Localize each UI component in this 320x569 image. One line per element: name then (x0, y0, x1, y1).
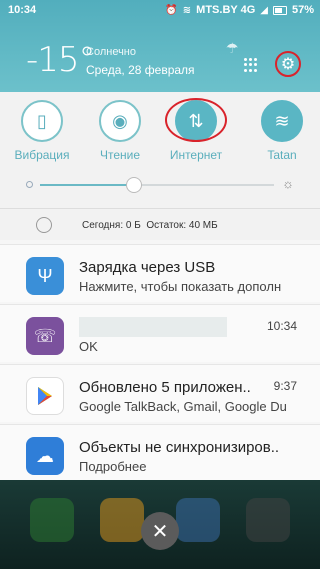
notification-time: 10:34 (266, 319, 297, 333)
brightness-low-icon (26, 181, 33, 188)
notification-time: 9:37 (273, 379, 297, 393)
notification-sync[interactable]: ☁ Объекты не синхронизиров.. Подробнее (0, 424, 320, 482)
camera-app-icon (246, 498, 290, 542)
notification-text: Google TalkBack, Gmail, Google Du (79, 399, 287, 414)
brightness-fill (40, 184, 134, 186)
status-bar: 10:34 ⏰ ≋ MTS.BY 4G ◢ 57% (0, 0, 320, 22)
carrier-label: MTS.BY 4G (196, 4, 256, 16)
notification-play-store[interactable]: Обновлено 5 приложен.. 9:37 Google TalkB… (0, 364, 320, 422)
data-usage-text: Сегодня: 0 Б Остаток: 40 МБ (82, 220, 218, 231)
notification-text: Нажмите, чтобы показать дополн (79, 279, 282, 294)
phone-app-icon (30, 498, 74, 542)
wifi-icon: ≋ (261, 100, 303, 142)
quick-settings-panel: ▯ Вибрация ◉ Чтение ⇅ Интернет ≋ Tatan ☼… (0, 92, 320, 240)
data-remaining: Остаток: 40 МБ (146, 220, 218, 231)
toggle-label: Интернет (169, 148, 223, 162)
messages-app-icon (100, 498, 144, 542)
highlight-ring (165, 98, 227, 142)
notification-text: Подробнее (79, 459, 147, 474)
wifi-status-icon: ≋ (182, 4, 192, 16)
alarm-icon: ⏰ (165, 4, 178, 16)
toggle-label: Чтение (99, 148, 141, 162)
vibration-icon: ▯ (21, 100, 63, 142)
brightness-slider[interactable]: ☼ (26, 174, 294, 194)
battery-percent: 57% (291, 4, 314, 16)
browser-app-icon (176, 498, 220, 542)
brightness-thumb[interactable] (125, 177, 142, 193)
clear-notifications-button[interactable]: ✕ (141, 512, 179, 550)
gear-icon: ⚙ (280, 56, 296, 73)
data-usage-row[interactable]: Сегодня: 0 Б Остаток: 40 МБ (0, 208, 320, 240)
notification-list: Ψ Зарядка через USB Нажмите, чтобы показ… (0, 240, 320, 482)
umbrella-icon: ☂ (226, 40, 239, 56)
data-today: Сегодня: 0 Б (82, 220, 141, 231)
notification-title: Объекты не синхронизиров.. (79, 439, 280, 456)
data-usage-icon (36, 217, 52, 233)
notification-header: 10:34 ⏰ ≋ MTS.BY 4G ◢ 57% -15° Солнечно … (0, 0, 320, 92)
date-label: Среда, 28 февраля (86, 63, 195, 77)
play-store-icon (26, 377, 64, 415)
toggle-vibration[interactable]: ▯ Вибрация (12, 100, 72, 162)
status-icons: ⏰ ≋ MTS.BY 4G ◢ 57% (165, 4, 314, 16)
battery-icon (272, 5, 287, 15)
notification-viber[interactable]: ☏ 10:34 OK (0, 304, 320, 362)
toggle-wifi[interactable]: ≋ Tatan (252, 100, 312, 162)
redacted-sender (79, 317, 227, 337)
viber-icon: ☏ (26, 317, 64, 355)
notification-title: Зарядка через USB (79, 259, 216, 276)
toggle-label: Tatan (267, 148, 297, 162)
notification-text: OK (79, 339, 98, 354)
toggle-reading[interactable]: ◉ Чтение (90, 100, 150, 162)
quick-toggles: ▯ Вибрация ◉ Чтение ⇅ Интернет ≋ Tatan (0, 98, 320, 170)
notification-usb[interactable]: Ψ Зарядка через USB Нажмите, чтобы показ… (0, 244, 320, 302)
eye-icon: ◉ (99, 100, 141, 142)
cloud-icon: ☁ (26, 437, 64, 475)
toggle-grid-icon[interactable] (244, 58, 258, 72)
settings-button[interactable]: ⚙ (275, 51, 301, 77)
status-time: 10:34 (8, 4, 37, 16)
weather-condition: Солнечно (86, 46, 136, 58)
notification-title: Обновлено 5 приложен.. (79, 379, 251, 396)
weather-temperature[interactable]: -15° (26, 40, 96, 80)
usb-icon: Ψ (26, 257, 64, 295)
brightness-high-icon: ☼ (282, 176, 294, 191)
toggle-label: Вибрация (14, 148, 70, 162)
signal-icon: ◢ (260, 4, 268, 16)
close-icon: ✕ (151, 520, 169, 543)
